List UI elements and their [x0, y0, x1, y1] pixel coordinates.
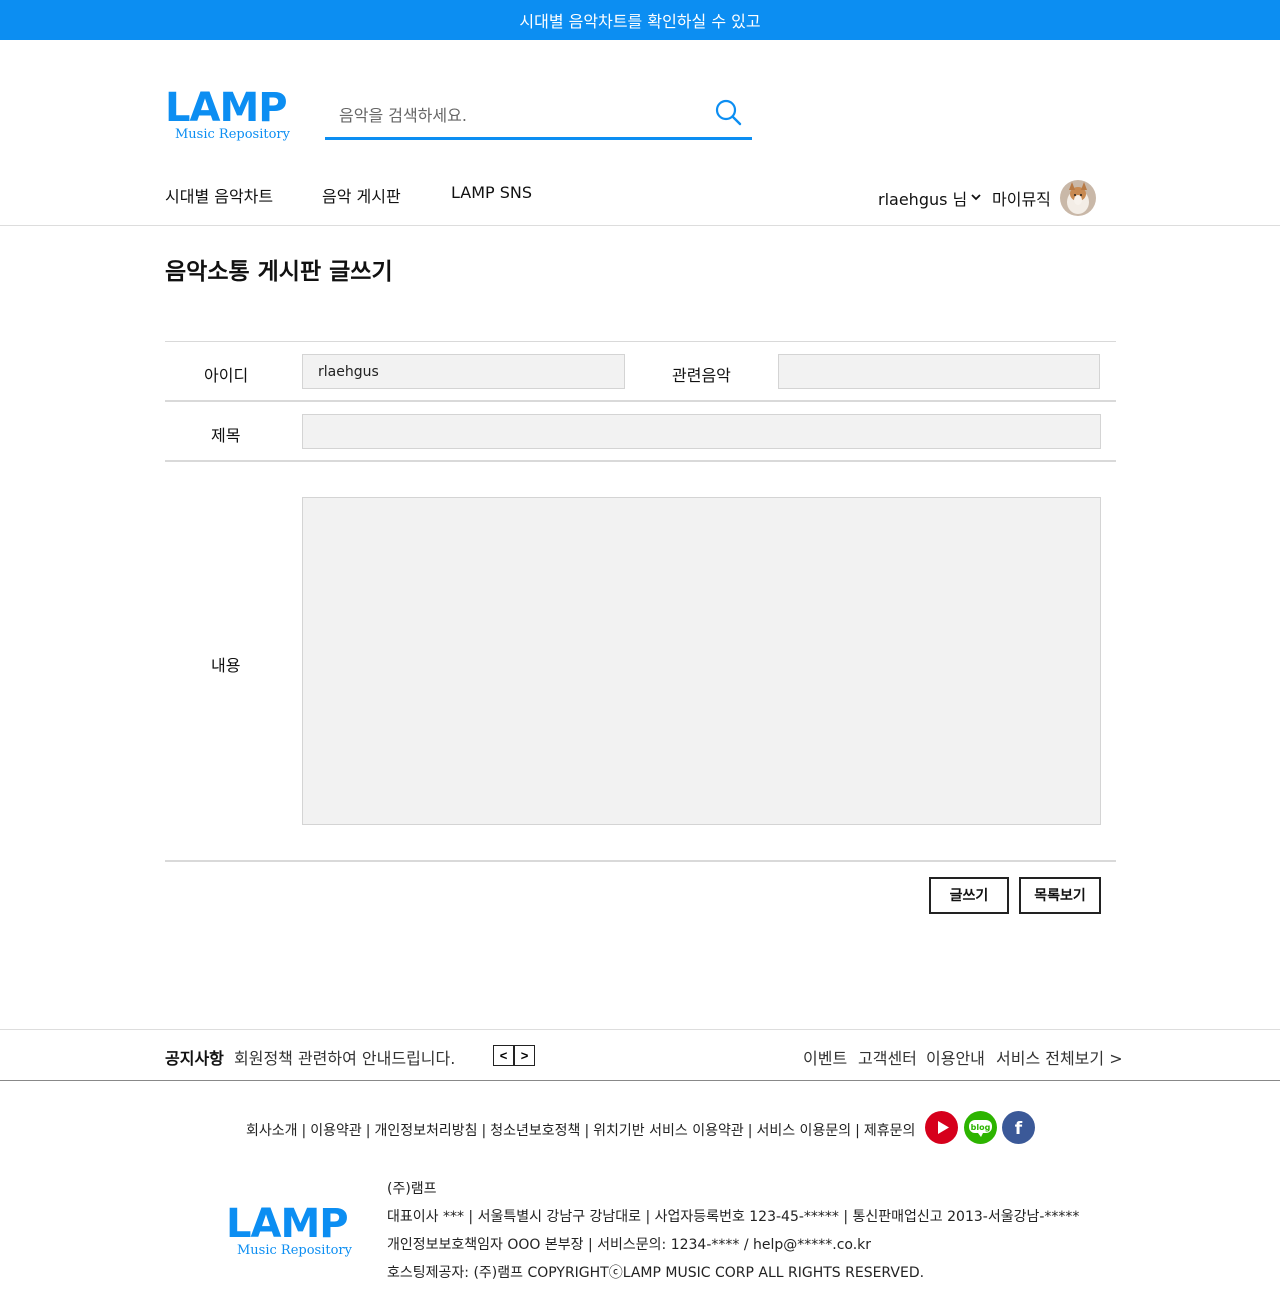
related-music-label: 관련음악 [672, 366, 731, 385]
footer-link-privacy[interactable]: 개인정보처리방침 [375, 1123, 478, 1139]
id-field[interactable] [303, 355, 624, 388]
notice-title: 공지사항 [165, 1049, 224, 1068]
top-banner-text: 시대별 음악차트를 확인하실 수 있고 [519, 12, 761, 31]
notice-divider-bottom [0, 1080, 1280, 1081]
search-bar [325, 92, 752, 140]
footer-logo-subtitle: Music Repository [237, 1243, 352, 1258]
related-music-field[interactable] [779, 355, 1099, 388]
content-field-box [302, 497, 1101, 825]
id-field-box [302, 354, 625, 389]
footer-logo-title: LAMP [226, 1201, 349, 1247]
title-field-box [302, 414, 1101, 449]
write-button[interactable]: 글쓰기 [929, 877, 1009, 914]
footer-link-location[interactable]: 위치기반 서비스 이용약관 [593, 1123, 744, 1139]
top-banner[interactable]: 시대별 음악차트를 확인하실 수 있고 [0, 0, 1280, 40]
company-info-line1: 대표이사 *** | 서울특별시 강남구 강남대로 | 사업자등록번호 123-… [387, 1209, 1080, 1225]
blog-icon[interactable]: blog [964, 1111, 997, 1144]
form-divider [165, 400, 1116, 402]
notice-prev-button[interactable]: < [493, 1045, 514, 1066]
content-label: 내용 [211, 656, 241, 675]
footer-link-terms[interactable]: 이용약관 [310, 1123, 362, 1139]
notice-next-button[interactable]: > [514, 1045, 535, 1066]
logo[interactable]: LAMP Music Repository [165, 88, 305, 141]
facebook-icon[interactable]: f [1002, 1111, 1035, 1144]
all-services-link[interactable]: 서비스 전체보기 > [996, 1045, 1123, 1069]
nav-item-music-chart[interactable]: 시대별 음악차트 [165, 183, 273, 207]
facebook-icon-text: f [1015, 1119, 1023, 1139]
customer-center-link[interactable]: 고객센터 [858, 1045, 917, 1069]
avatar[interactable] [1060, 180, 1096, 216]
form-divider [165, 860, 1116, 862]
event-link[interactable]: 이벤트 [803, 1045, 847, 1069]
chevron-down-icon[interactable] [970, 188, 982, 207]
blog-icon-text: blog [971, 1123, 991, 1132]
guide-link[interactable]: 이용안내 [926, 1045, 985, 1069]
title-field[interactable] [303, 415, 1100, 448]
id-label: 아이디 [204, 366, 249, 385]
footer-link-partnership[interactable]: 제휴문의 [864, 1123, 916, 1139]
page-title: 음악소통 게시판 글쓰기 [165, 259, 393, 285]
content-textarea[interactable] [303, 498, 1100, 824]
search-input[interactable] [339, 102, 699, 128]
form-divider [165, 341, 1116, 342]
nav-item-music-board[interactable]: 음악 게시판 [322, 183, 401, 207]
related-music-field-box [778, 354, 1100, 389]
list-button[interactable]: 목록보기 [1019, 877, 1101, 914]
footer-links: 회사소개 | 이용약관 | 개인정보처리방침 | 청소년보호정책 | 위치기반 서비스 이용약관… [246, 1123, 916, 1139]
title-label: 제목 [211, 426, 241, 445]
company-info-line3: 호스팅제공자: (주)램프 COPYRIGHTⓒLAMP MUSIC CORP … [387, 1265, 925, 1281]
footer-link-youth[interactable]: 청소년보호정책 [490, 1123, 580, 1139]
logo-title: LAMP [165, 85, 288, 131]
notice-divider-top [0, 1029, 1280, 1030]
footer-link-inquiry[interactable]: 서비스 이용문의 [756, 1123, 851, 1139]
user-name[interactable]: rlaehgus 님 [878, 186, 967, 210]
my-music-link[interactable]: 마이뮤직 [992, 186, 1051, 210]
nav-item-lamp-sns[interactable]: LAMP SNS [451, 183, 532, 202]
footer-link-company[interactable]: 회사소개 [246, 1123, 298, 1139]
company-info-line2: 개인정보보호책임자 OOO 본부장 | 서비스문의: 1234-**** / h… [387, 1237, 872, 1253]
company-name: (주)램프 [387, 1181, 437, 1197]
header-divider [0, 225, 1280, 226]
search-icon[interactable] [714, 98, 744, 128]
form-divider [165, 460, 1116, 462]
logo-subtitle: Music Repository [175, 127, 290, 142]
youtube-icon[interactable] [925, 1111, 958, 1144]
notice-text[interactable]: 회원정책 관련하여 안내드립니다. [234, 1045, 455, 1069]
footer-logo[interactable]: LAMP Music Repository [226, 1204, 366, 1257]
